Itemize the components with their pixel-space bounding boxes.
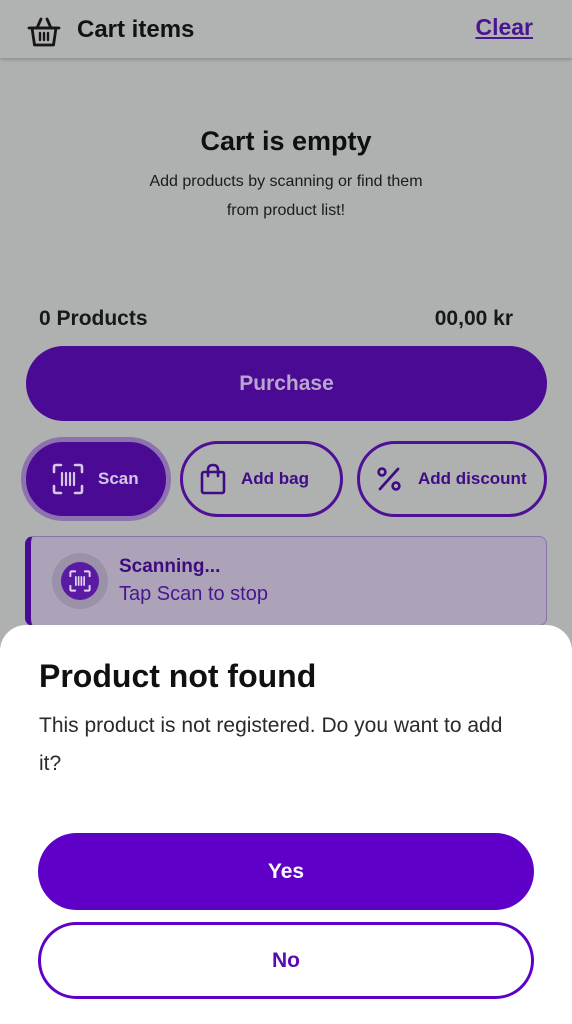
add-bag-label: Add bag xyxy=(241,469,309,488)
product-not-found-sheet: Product not found This product is not re… xyxy=(0,625,572,1024)
scan-button[interactable]: Scan xyxy=(21,437,171,521)
scanning-badge xyxy=(52,553,108,609)
barcode-scan-icon xyxy=(52,463,84,495)
page-title: Cart items xyxy=(77,16,195,43)
scanning-title: Scanning... xyxy=(119,556,221,577)
add-bag-button[interactable]: Add bag xyxy=(180,441,343,517)
products-count: 0 Products xyxy=(39,307,148,330)
shopping-bag-icon xyxy=(200,463,226,495)
empty-cart-subtitle: Add products by scanning or find them fr… xyxy=(149,173,423,219)
purchase-button[interactable]: Purchase xyxy=(26,346,547,421)
scanning-status-banner[interactable]: Scanning... Tap Scan to stop xyxy=(25,536,547,626)
app-header: Cart items Clear xyxy=(0,0,572,58)
cart-total: 00,00 kr xyxy=(434,307,513,330)
scan-label: Scan xyxy=(98,469,139,488)
add-discount-label: Add discount xyxy=(418,469,527,488)
percent-icon xyxy=(377,467,401,491)
dialog-message: This product is not registered. Do you w… xyxy=(39,714,503,775)
dialog-title: Product not found xyxy=(39,658,317,694)
scanning-subtitle: Tap Scan to stop xyxy=(119,583,268,605)
basket-icon xyxy=(27,17,61,47)
clear-cart-link[interactable]: Clear xyxy=(475,14,533,41)
empty-cart-title: Cart is empty xyxy=(200,126,372,156)
no-button[interactable]: No xyxy=(38,922,534,999)
add-discount-button[interactable]: Add discount xyxy=(357,441,547,517)
barcode-scan-icon xyxy=(69,570,91,592)
yes-button[interactable]: Yes xyxy=(38,833,534,910)
